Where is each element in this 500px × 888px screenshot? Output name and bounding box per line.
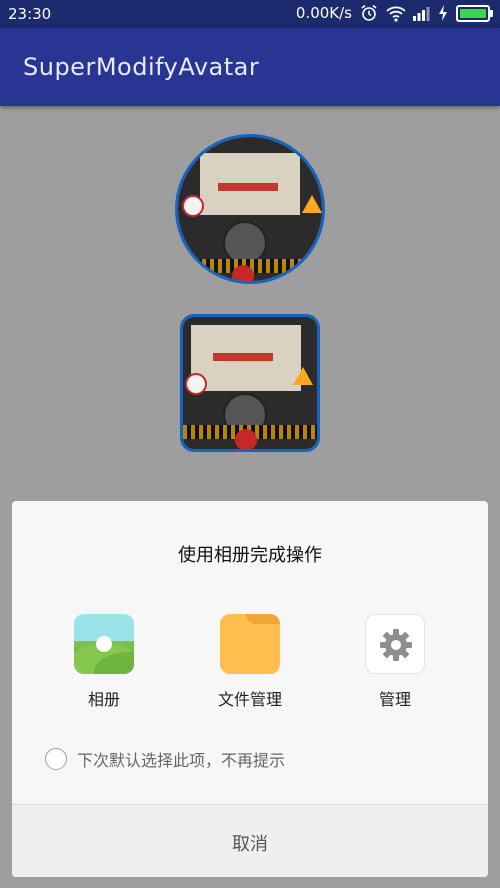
option-album[interactable]: 相册 [54,614,154,710]
signal-icon [412,4,430,22]
status-time: 23:30 [8,5,52,23]
app-title: SuperModifyAvatar [23,53,260,81]
cancel-label: 取消 [232,834,268,855]
wifi-icon [386,4,406,22]
avatar-photo [178,137,322,281]
option-file-manager-label: 文件管理 [217,690,282,709]
option-manage[interactable]: 管理 [345,614,445,710]
status-icons: 0.00K/s [295,4,493,22]
cancel-button[interactable]: 取消 [12,805,488,877]
remember-choice-row[interactable]: 下次默认选择此项，不再提示 [45,747,285,771]
option-file-manager[interactable]: 文件管理 [200,614,300,710]
chooser-dialog: 使用相册完成操作 相册 文件管理 管理 下次默认选择此项，不再提示 取消 [12,501,488,877]
remember-choice-label: 下次默认选择此项，不再提示 [77,751,286,770]
alarm-icon [360,4,378,22]
charging-icon [438,4,448,22]
avatar-circle-image[interactable] [175,134,325,284]
avatar-rounded-image[interactable] [180,314,320,452]
app-bar: SuperModifyAvatar [0,28,500,106]
avatar-photo [183,317,317,449]
net-speed: 0.00K/s [295,4,352,22]
battery-icon [456,4,493,22]
gear-icon [365,614,425,674]
gallery-icon [74,614,134,674]
remember-choice-checkbox[interactable] [45,748,67,770]
option-album-label: 相册 [87,690,120,709]
dialog-title: 使用相册完成操作 [178,545,322,566]
option-manage-label: 管理 [378,690,411,709]
folder-icon [220,614,280,674]
status-bar: 23:30 0.00K/s [0,0,500,28]
